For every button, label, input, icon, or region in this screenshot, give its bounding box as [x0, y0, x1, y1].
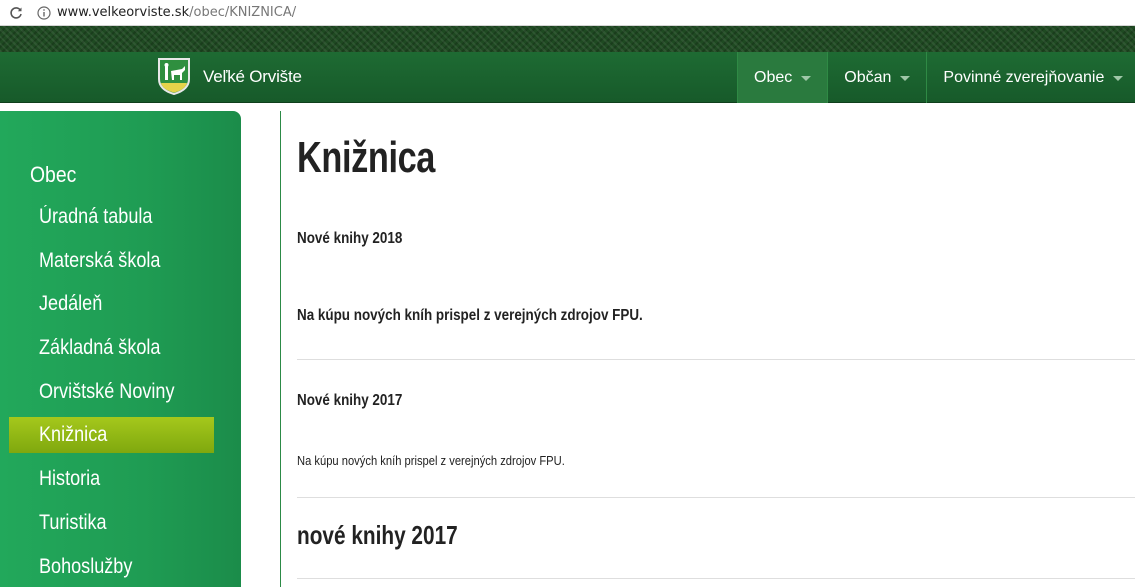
nav-item-obcan[interactable]: Občan: [828, 52, 928, 103]
main-nav: Obec Občan Povinné zverejňovanie: [737, 52, 1135, 103]
site-name[interactable]: Veľké Orvište: [203, 67, 302, 87]
sidebar-heading[interactable]: Obec: [30, 162, 76, 188]
sidebar-item-bohosluzby[interactable]: Bohoslužby: [9, 549, 214, 585]
coat-of-arms-logo[interactable]: [157, 57, 191, 96]
sidebar: Obec Úradná tabula Materská škola Jedále…: [0, 111, 241, 587]
sidebar-item-label: Jedáleň: [39, 292, 103, 315]
content-divider: [280, 111, 281, 587]
sidebar-item-jedalen[interactable]: Jedáleň: [9, 286, 214, 322]
url-path: /obec/KNIZNICA/: [189, 5, 297, 20]
browser-address-bar: www.velkeorviste.sk/obec/KNIZNICA/: [0, 0, 1135, 26]
sidebar-item-label: Bohoslužby: [39, 555, 133, 578]
info-icon[interactable]: [37, 5, 51, 20]
sidebar-item-materska-skola[interactable]: Materská škola: [9, 243, 214, 279]
sidebar-item-kniznica[interactable]: Knižnica: [9, 417, 214, 453]
caret-down-icon: [900, 76, 911, 81]
section-text-bold: Na kúpu nových kníh prispel z verejných …: [297, 307, 643, 324]
section-divider: [297, 359, 1135, 360]
site-navbar: Veľké Orvište Obec Občan Povinné zverejň…: [0, 52, 1135, 103]
url-field[interactable]: www.velkeorviste.sk/obec/KNIZNICA/: [57, 5, 296, 20]
nav-label: Občan: [844, 68, 892, 86]
nav-item-obec[interactable]: Obec: [738, 52, 829, 103]
sidebar-item-label: Materská škola: [39, 249, 161, 272]
header-pattern-band: [0, 26, 1135, 52]
sidebar-item-label: Základná škola: [39, 336, 161, 359]
sidebar-item-label: Historia: [39, 467, 101, 490]
caret-down-icon: [801, 76, 812, 81]
caret-down-icon: [1113, 76, 1124, 81]
sidebar-item-label: Turistika: [39, 511, 107, 534]
sidebar-item-label: Úradná tabula: [39, 205, 153, 228]
section-text: Na kúpu nových kníh prispel z verejných …: [297, 453, 565, 468]
sidebar-item-historia[interactable]: Historia: [9, 461, 214, 497]
sidebar-item-turistika[interactable]: Turistika: [9, 505, 214, 541]
sidebar-item-zakladna-skola[interactable]: Základná škola: [9, 330, 214, 366]
nav-label: Obec: [754, 68, 793, 86]
sidebar-item-label: Knižnica: [39, 423, 108, 446]
nav-label: Povinné zverejňovanie: [943, 68, 1105, 86]
sidebar-item-label: Orvištské Noviny: [39, 380, 175, 403]
page-title: Knižnica: [297, 133, 435, 182]
sidebar-item-uradna-tabula[interactable]: Úradná tabula: [9, 199, 214, 235]
section-heading-nove-knihy-2017-large: nové knihy 2017: [297, 520, 458, 550]
nav-item-povinne-zverejnovanie[interactable]: Povinné zverejňovanie: [927, 52, 1135, 103]
section-heading-nove-knihy-2017: Nové knihy 2017: [297, 392, 403, 409]
section-divider: [297, 578, 1135, 579]
section-heading-nove-knihy-2018: Nové knihy 2018: [297, 230, 403, 247]
reload-icon[interactable]: [8, 5, 24, 21]
section-divider: [297, 497, 1135, 498]
sidebar-item-orvistske-noviny[interactable]: Orvištské Noviny: [9, 374, 214, 410]
url-host: www.velkeorviste.sk: [57, 5, 190, 20]
